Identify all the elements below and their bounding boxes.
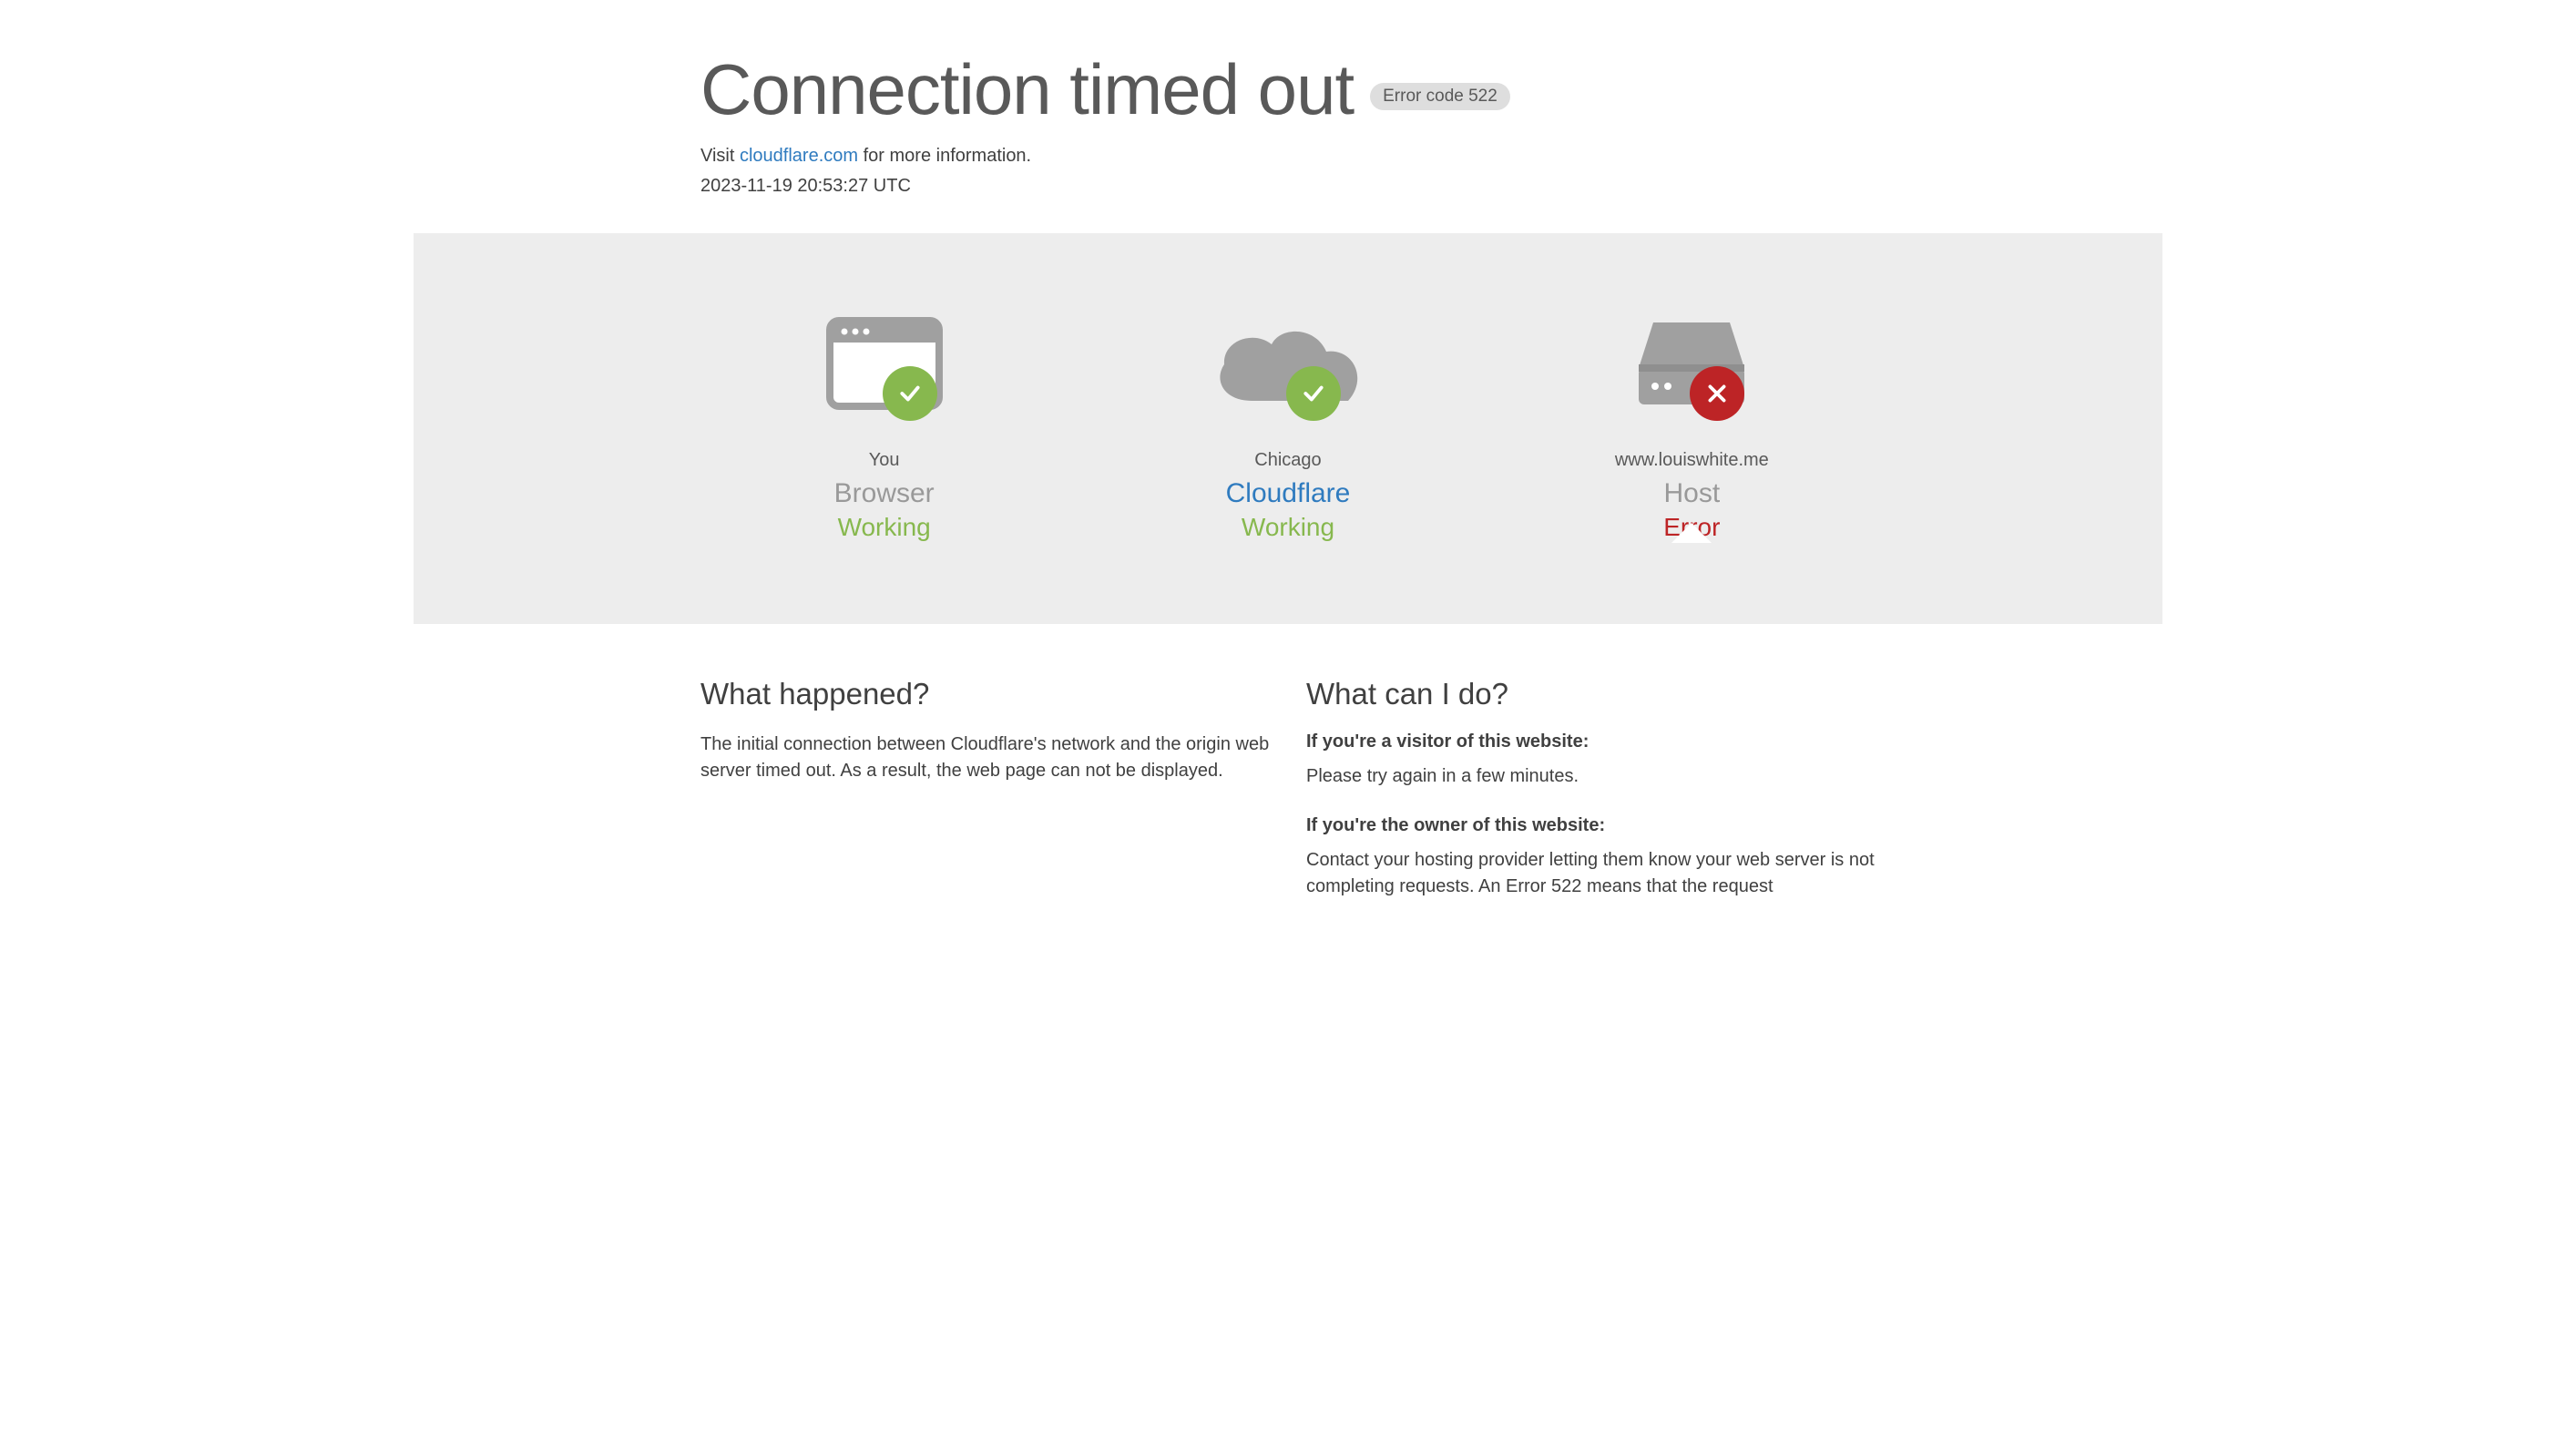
arrow-down-icon xyxy=(1671,523,1712,543)
error-title: Connection timed out xyxy=(700,51,1354,129)
visitor-body: Please try again in a few minutes. xyxy=(1306,763,1876,790)
status-host: www.louiswhite.me Host Error xyxy=(1508,304,1876,542)
browser-label: Browser xyxy=(834,478,935,509)
host-subtext: www.louiswhite.me xyxy=(1615,450,1769,471)
cloud-icon xyxy=(1197,304,1379,414)
status-cloudflare: Chicago Cloudflare Working xyxy=(1104,304,1471,542)
browser-subtext: You xyxy=(869,450,900,471)
visit-prefix: Visit xyxy=(700,146,740,166)
timestamp: 2023-11-19 20:53:27 UTC xyxy=(700,176,1876,197)
cloudflare-link[interactable]: cloudflare.com xyxy=(740,146,858,166)
content-section: What happened? The initial connection be… xyxy=(700,624,1876,980)
what-happened-col: What happened? The initial connection be… xyxy=(700,677,1270,926)
what-happened-body: The initial connection between Cloudflar… xyxy=(700,731,1270,784)
server-icon xyxy=(1600,304,1783,414)
owner-heading: If you're the owner of this website: xyxy=(1306,815,1876,836)
cloudflare-status: Working xyxy=(1242,513,1334,542)
host-label: Host xyxy=(1663,478,1720,509)
cloudflare-label-link[interactable]: Cloudflare xyxy=(1226,478,1351,508)
status-band: You Browser Working Chicago Cloudflare W… xyxy=(414,233,2162,624)
what-happened-title: What happened? xyxy=(700,677,1270,711)
browser-icon xyxy=(793,304,976,414)
visitor-heading: If you're a visitor of this website: xyxy=(1306,731,1876,752)
visit-suffix: for more information. xyxy=(858,146,1031,166)
cloudflare-subtext: Chicago xyxy=(1254,450,1321,471)
error-code-badge: Error code 522 xyxy=(1370,83,1510,110)
what-can-i-do-title: What can I do? xyxy=(1306,677,1876,711)
visit-line: Visit cloudflare.com for more informatio… xyxy=(700,146,1876,167)
owner-body: Contact your hosting provider letting th… xyxy=(1306,847,1876,900)
check-icon xyxy=(883,366,937,421)
status-browser: You Browser Working xyxy=(700,304,1068,542)
check-icon xyxy=(1286,366,1341,421)
error-header: Connection timed out Error code 522 Visi… xyxy=(700,0,1876,233)
what-can-i-do-col: What can I do? If you're a visitor of th… xyxy=(1306,677,1876,926)
browser-status: Working xyxy=(838,513,931,542)
x-icon xyxy=(1690,366,1744,421)
